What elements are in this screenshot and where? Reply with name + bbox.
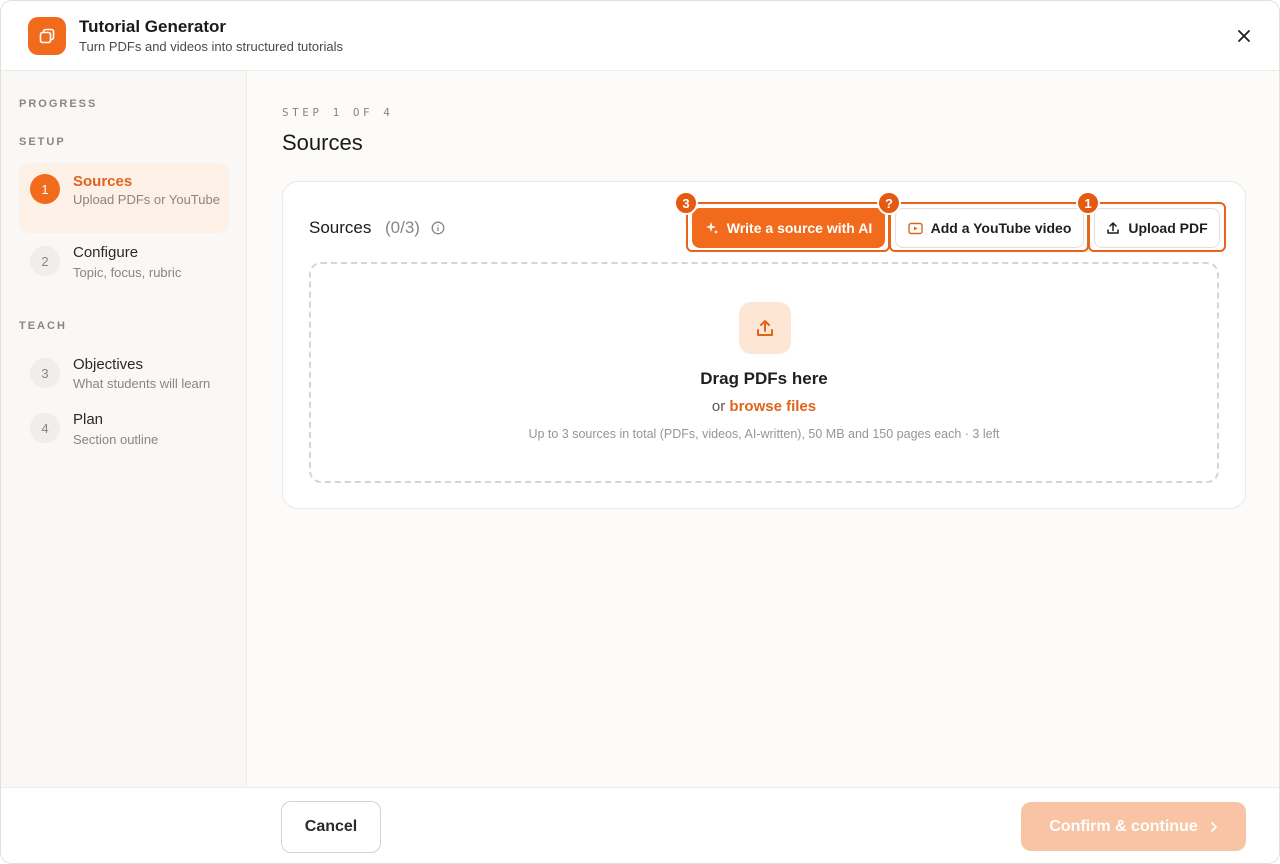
- sidebar-step-configure[interactable]: 2 Configure Topic, focus, rubric: [19, 235, 229, 287]
- step-kicker: STEP 1 OF 4: [282, 106, 394, 119]
- step-description: What students will learn: [73, 376, 211, 391]
- sources-card: Sources (0/3) Write a source with AI Add…: [282, 181, 1246, 509]
- confirm-continue-button[interactable]: Confirm & continue: [1021, 802, 1246, 851]
- upload-icon: [1107, 222, 1120, 234]
- app-subtitle: Turn PDFs and videos into structured tut…: [79, 39, 343, 54]
- stacked-squares-icon: [28, 17, 66, 55]
- annotation-badge: 3: [674, 191, 698, 215]
- dropzone-or-text: or: [711, 398, 726, 415]
- teach-section-label: TEACH: [19, 320, 67, 332]
- step-description: Upload PDFs or YouTube: [73, 192, 220, 207]
- step-title: Configure: [73, 244, 139, 261]
- annotation-badge: ?: [877, 191, 901, 215]
- setup-section-label: SETUP: [19, 136, 66, 148]
- app-title: Tutorial Generator: [79, 17, 227, 36]
- info-icon[interactable]: [431, 221, 445, 235]
- sidebar-step-plan[interactable]: 4 Plan Section outline: [19, 402, 229, 454]
- sources-card-title: Sources: [309, 218, 372, 237]
- sidebar-step-sources[interactable]: 1 Sources Upload PDFs or YouTube: [19, 163, 229, 233]
- dropzone-or-line: or browse files: [311, 398, 1217, 415]
- upload-pdf-label: Upload PDF: [1128, 220, 1208, 236]
- cancel-button[interactable]: Cancel: [281, 801, 381, 853]
- sparkle-icon: [705, 222, 718, 234]
- upload-icon: [739, 302, 791, 354]
- browse-files-link[interactable]: browse files: [729, 398, 816, 415]
- progress-label: PROGRESS: [19, 98, 98, 110]
- sidebar: PROGRESS SETUP 1 Sources Upload PDFs or …: [1, 71, 247, 787]
- step-number: 4: [30, 413, 60, 443]
- step-description: Section outline: [73, 432, 159, 447]
- tutorial-generator-window: Tutorial Generator Turn PDFs and videos …: [0, 0, 1280, 864]
- dropzone-hint: Up to 3 sources in total (PDFs, videos, …: [528, 427, 1000, 441]
- add-youtube-video-button[interactable]: Add a YouTube video: [895, 208, 1084, 248]
- main-content: STEP 1 OF 4 Sources Sources (0/3) Write …: [247, 71, 1279, 787]
- annotation-badge: 1: [1076, 191, 1100, 215]
- youtube-icon: [907, 222, 923, 234]
- step-description: Topic, focus, rubric: [73, 265, 182, 280]
- chevron-right-icon: [1210, 821, 1217, 832]
- step-number: 1: [30, 174, 60, 204]
- write-source-ai-button[interactable]: Write a source with AI: [692, 208, 885, 248]
- confirm-continue-label: Confirm & continue: [1049, 817, 1198, 835]
- close-icon: [1238, 30, 1250, 42]
- step-number: 2: [30, 246, 60, 276]
- step-number: 3: [30, 358, 60, 388]
- pdf-dropzone[interactable]: Drag PDFs here or browse files Up to 3 s…: [309, 262, 1219, 483]
- step-title: Plan: [73, 411, 104, 428]
- dropzone-title: Drag PDFs here: [700, 369, 828, 388]
- sources-count: (0/3): [385, 218, 420, 237]
- upload-pdf-button[interactable]: Upload PDF: [1094, 208, 1220, 248]
- step-title: Sources: [73, 173, 133, 190]
- close-button[interactable]: [1229, 21, 1259, 51]
- footer: Cancel Confirm & continue: [1, 787, 1279, 863]
- page-title: Sources: [282, 130, 363, 155]
- step-title: Objectives: [73, 356, 144, 373]
- add-youtube-video-label: Add a YouTube video: [930, 220, 1072, 236]
- sidebar-step-objectives[interactable]: 3 Objectives What students will learn: [19, 347, 229, 399]
- write-source-ai-label: Write a source with AI: [726, 220, 873, 236]
- header: Tutorial Generator Turn PDFs and videos …: [1, 1, 1279, 71]
